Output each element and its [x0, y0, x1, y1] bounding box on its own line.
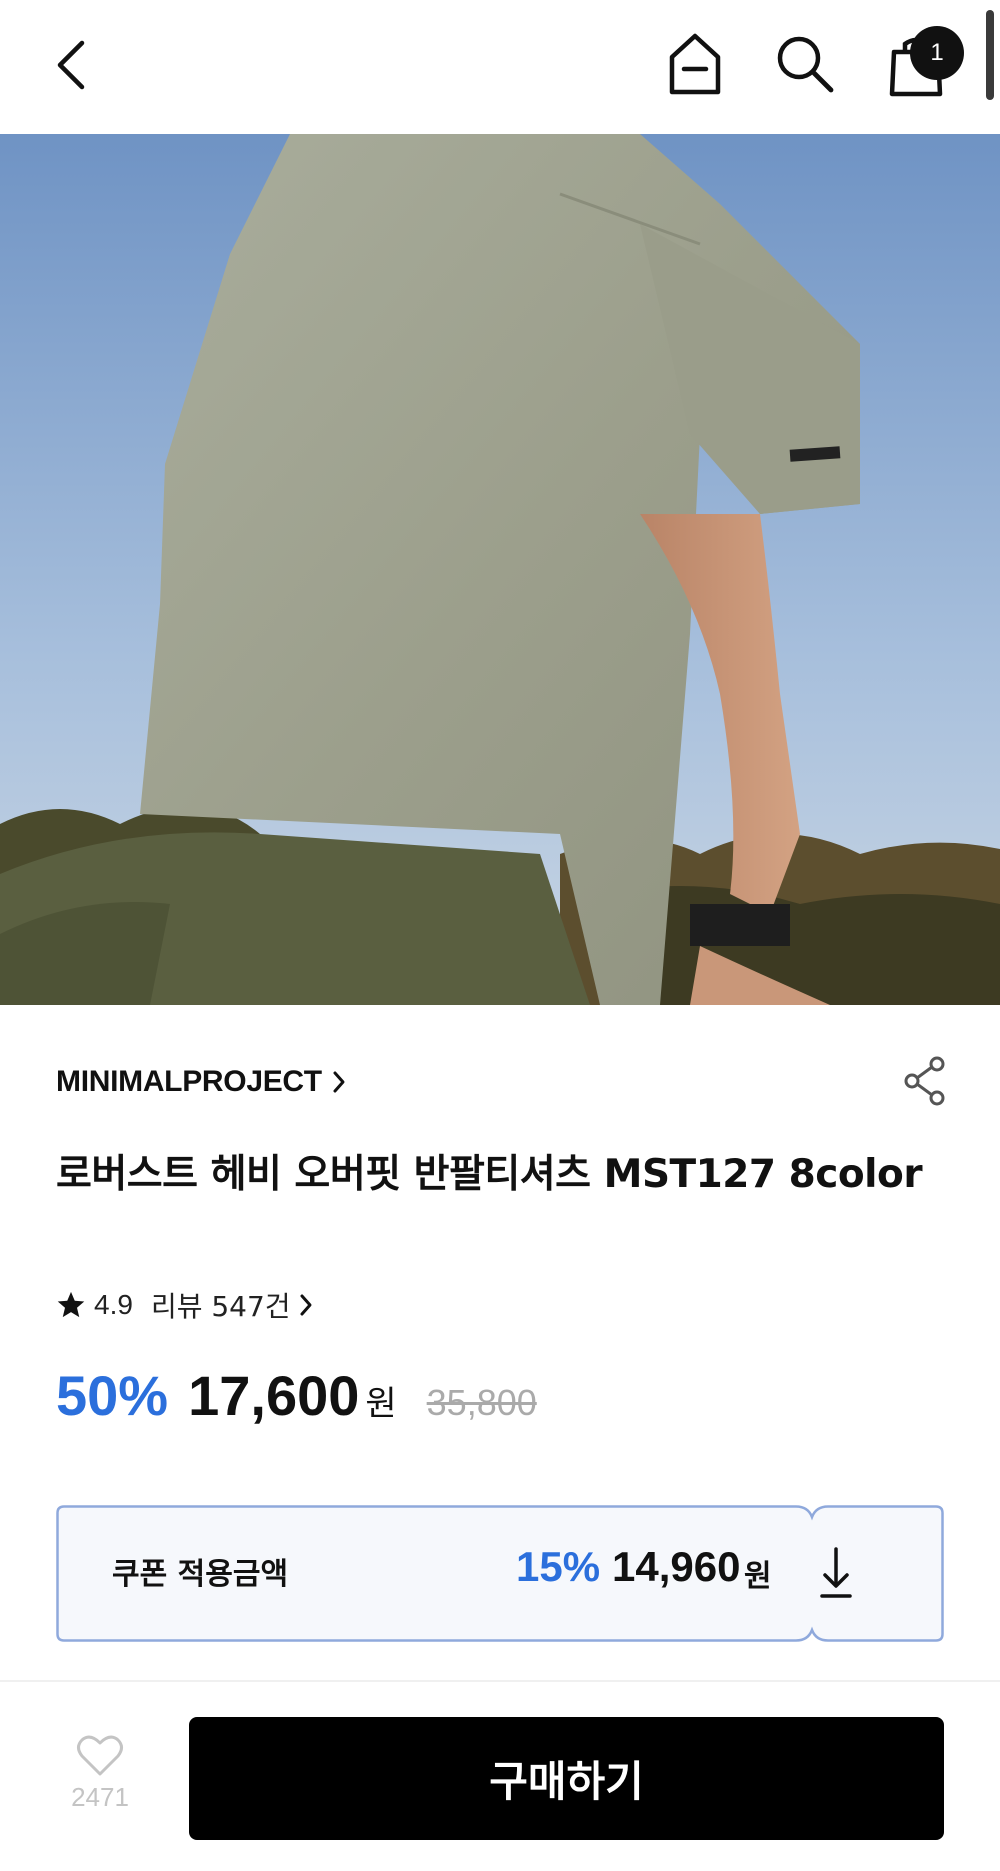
- coupon-download-button[interactable]: [796, 1535, 876, 1611]
- top-nav-bar: 1: [0, 0, 1000, 134]
- coupon-label: 쿠폰 적용금액: [112, 1557, 289, 1592]
- currency-unit: 원: [365, 1384, 397, 1424]
- product-image[interactable]: [0, 134, 1000, 1005]
- search-button[interactable]: [770, 28, 840, 100]
- download-icon: [820, 1547, 852, 1598]
- discount-rate: 50%: [56, 1364, 169, 1427]
- home-button[interactable]: [660, 28, 730, 100]
- bottom-action-bar: 2471 구매하기: [0, 1680, 1000, 1871]
- sale-price: 17,600: [188, 1364, 360, 1427]
- rating-value: 4.9: [94, 1289, 133, 1320]
- star-icon: [57, 1291, 85, 1318]
- rating-review-link[interactable]: 4.9 리뷰 547건: [56, 1285, 313, 1325]
- chevron-right-icon: [333, 1071, 345, 1093]
- price-row: 50% 17,600 원 35,800: [56, 1363, 537, 1428]
- review-count: 리뷰 547건: [150, 1290, 291, 1323]
- like-count: 2471: [71, 1782, 129, 1812]
- coupon-currency: 원: [744, 1559, 772, 1594]
- coupon-box[interactable]: 쿠폰 적용금액 15% 14,960 원: [56, 1505, 944, 1642]
- like-button[interactable]: 2471: [60, 1734, 140, 1834]
- heart-icon: [77, 1735, 123, 1776]
- product-title: 로버스트 헤비 오버핏 반팔티셔츠 MST127 8color: [56, 1152, 923, 1197]
- original-price: 35,800: [426, 1382, 537, 1423]
- brand-link[interactable]: MINIMALPROJECT: [56, 1065, 346, 1099]
- cart-button[interactable]: 1: [880, 24, 964, 104]
- back-button[interactable]: [40, 30, 100, 100]
- home-icon: [669, 33, 721, 95]
- share-button[interactable]: [900, 1053, 950, 1109]
- coupon-price: 14,960: [612, 1543, 741, 1590]
- coupon-discount: 15%: [516, 1543, 601, 1590]
- chevron-right-icon: [300, 1294, 312, 1316]
- cart-count-badge: 1: [910, 26, 964, 80]
- brand-name: MINIMALPROJECT: [56, 1065, 322, 1098]
- buy-button[interactable]: 구매하기: [189, 1717, 944, 1840]
- scrollbar[interactable]: [986, 10, 994, 100]
- share-icon: [904, 1056, 945, 1106]
- chevron-left-icon: [57, 40, 85, 90]
- search-icon: [777, 36, 834, 93]
